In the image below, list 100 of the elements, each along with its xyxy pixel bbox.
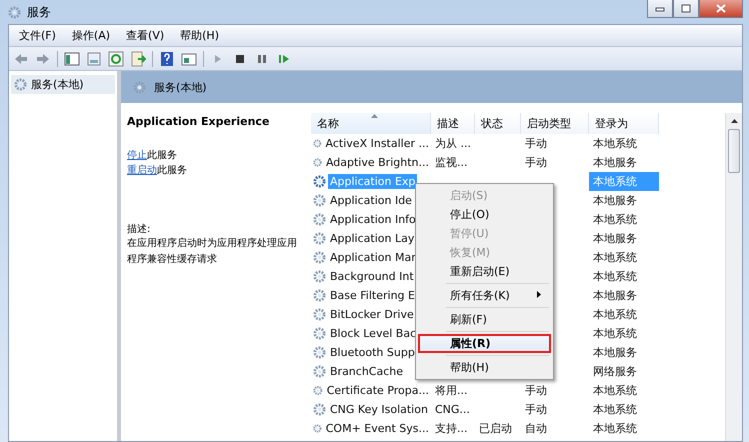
gear-icon: [313, 137, 322, 150]
menu-item[interactable]: 文件(F): [13, 28, 66, 43]
description-label: 描述:: [127, 222, 152, 236]
gear-icon: [313, 213, 326, 226]
gear-icon: [313, 175, 326, 188]
scrollbar[interactable]: [725, 113, 742, 441]
gear-icon: [313, 251, 326, 264]
service-name: COM+ Event Sys...: [324, 421, 430, 436]
submenu-arrow-icon: [537, 291, 541, 298]
table-cell-text: 网络服务: [592, 364, 638, 380]
table-cell-text: 本地系统: [592, 250, 638, 266]
table-cell-text: 手动: [524, 136, 548, 152]
service-name: Adaptive Brightn...: [324, 155, 430, 170]
action-link[interactable]: 重启动: [127, 163, 157, 178]
table-cell-text: 本地服务: [592, 231, 638, 247]
gear-icon: [313, 384, 323, 397]
service-name-cell[interactable]: COM+ Event Sys...: [311, 419, 431, 438]
table-cell-text: 本地系统: [592, 136, 638, 152]
gear-icon: [313, 270, 326, 283]
console-tree-icon[interactable]: [64, 50, 80, 66]
minimize-button[interactable]: [647, 0, 673, 18]
service-name: Background Int: [329, 269, 415, 284]
tree-item[interactable]: 服务(本地): [11, 75, 115, 94]
table-cell-text: 本地服务: [592, 193, 638, 209]
column-header[interactable]: 启动类型: [521, 113, 589, 134]
gear-icon: [313, 346, 326, 359]
gear-icon: [313, 156, 322, 169]
table-cell-text: 本地服务: [592, 288, 638, 304]
column-header[interactable]: 状态: [475, 113, 521, 134]
service-name-cell[interactable]: ActiveX Installer ...: [311, 134, 431, 153]
scroll-up-icon[interactable]: [730, 119, 738, 123]
gear-icon: [14, 78, 27, 91]
column-header[interactable]: 名称: [311, 113, 431, 134]
service-name: Application Experience: [127, 115, 270, 128]
gear-icon: [313, 232, 326, 245]
table-cell-text: 本地系统: [592, 421, 638, 437]
menu-item[interactable]: 帮助(H): [174, 28, 229, 43]
table-cell-text: 自动: [524, 421, 548, 437]
help-icon[interactable]: [159, 50, 175, 66]
service-name-cell[interactable]: CNG Key Isolation: [311, 400, 431, 419]
gear-icon: [313, 403, 326, 416]
service-name-cell[interactable]: Certificate Propa...: [311, 381, 431, 400]
action-text: 此服务: [147, 148, 177, 163]
table-cell: 本地系统: [589, 172, 659, 191]
service-name: Application Lay: [329, 231, 416, 246]
window-title: 服务: [27, 4, 51, 20]
table-cell-text: 手动: [524, 402, 548, 418]
service-name: ActiveX Installer ...: [324, 136, 430, 151]
minimize-icon: [655, 6, 665, 12]
window-icon[interactable]: [181, 50, 197, 66]
close-icon: [716, 4, 726, 13]
table-cell-text: 本地系统: [592, 307, 638, 323]
menu-item[interactable]: 操作(A): [66, 28, 120, 43]
table-cell-text: 手动: [524, 383, 548, 399]
sort-icon: [370, 114, 378, 118]
column-header[interactable]: 描述: [431, 113, 475, 134]
table-cell-text: 支持...: [434, 421, 468, 437]
panel-title: 服务(本地): [154, 80, 207, 94]
context-menu-item[interactable]: 属性(R): [418, 334, 551, 353]
close-button[interactable]: [699, 0, 743, 18]
gear-icon: [8, 6, 21, 18]
service-name: Bluetooth Supp: [329, 345, 416, 360]
table-cell-text: 手动: [524, 155, 548, 171]
gear-icon: [313, 289, 326, 302]
service-name: CNG Key Isolation: [329, 402, 429, 417]
table-cell-text: 本地系统: [592, 383, 638, 399]
scroll-thumb[interactable]: [728, 129, 740, 173]
service-name: BranchCache: [329, 364, 404, 379]
refresh-icon[interactable]: [108, 50, 124, 66]
export-icon[interactable]: [130, 50, 146, 66]
action-link[interactable]: 停止: [127, 148, 147, 163]
service-name: Application Exp: [328, 174, 418, 189]
table-cell-text: 已启动: [478, 421, 513, 437]
table-cell-text: 将用...: [434, 383, 468, 399]
gear-icon: [313, 308, 326, 321]
table-cell-text: 本地系统: [592, 269, 638, 285]
action-text: 此服务: [157, 164, 187, 178]
gear-icon: [133, 80, 146, 94]
menu-item[interactable]: 查看(V): [120, 28, 174, 43]
table-cell-text: 本地系统: [592, 212, 638, 228]
column-header[interactable]: 登录为: [589, 113, 659, 134]
maximize-button[interactable]: [673, 0, 699, 18]
table-cell-text: 本地系统: [592, 402, 638, 418]
window-icon[interactable]: [86, 50, 102, 66]
table-cell-text: 监视...: [434, 155, 468, 171]
service-name: Block Level Bac: [329, 326, 418, 341]
table-cell-text: 本地服务: [592, 345, 638, 361]
service-name: Application Info: [329, 212, 417, 227]
service-name: Application Mar: [329, 250, 417, 265]
table-cell-text: CNG...: [434, 402, 471, 418]
gear-icon: [313, 422, 322, 435]
service-name: BitLocker Drive: [329, 307, 415, 322]
gear-icon: [313, 194, 326, 207]
table-cell-text: 为从 ...: [434, 136, 472, 152]
description-text: 在应用程序启动时为应用程序处理应用程序兼容性缓存请求: [127, 236, 298, 267]
service-name-cell[interactable]: Adaptive Brightn...: [311, 153, 431, 172]
table-cell-text: 本地服务: [592, 155, 638, 171]
gear-icon: [313, 365, 326, 378]
service-name: Application Ide: [329, 193, 413, 208]
gear-icon: [313, 327, 326, 340]
